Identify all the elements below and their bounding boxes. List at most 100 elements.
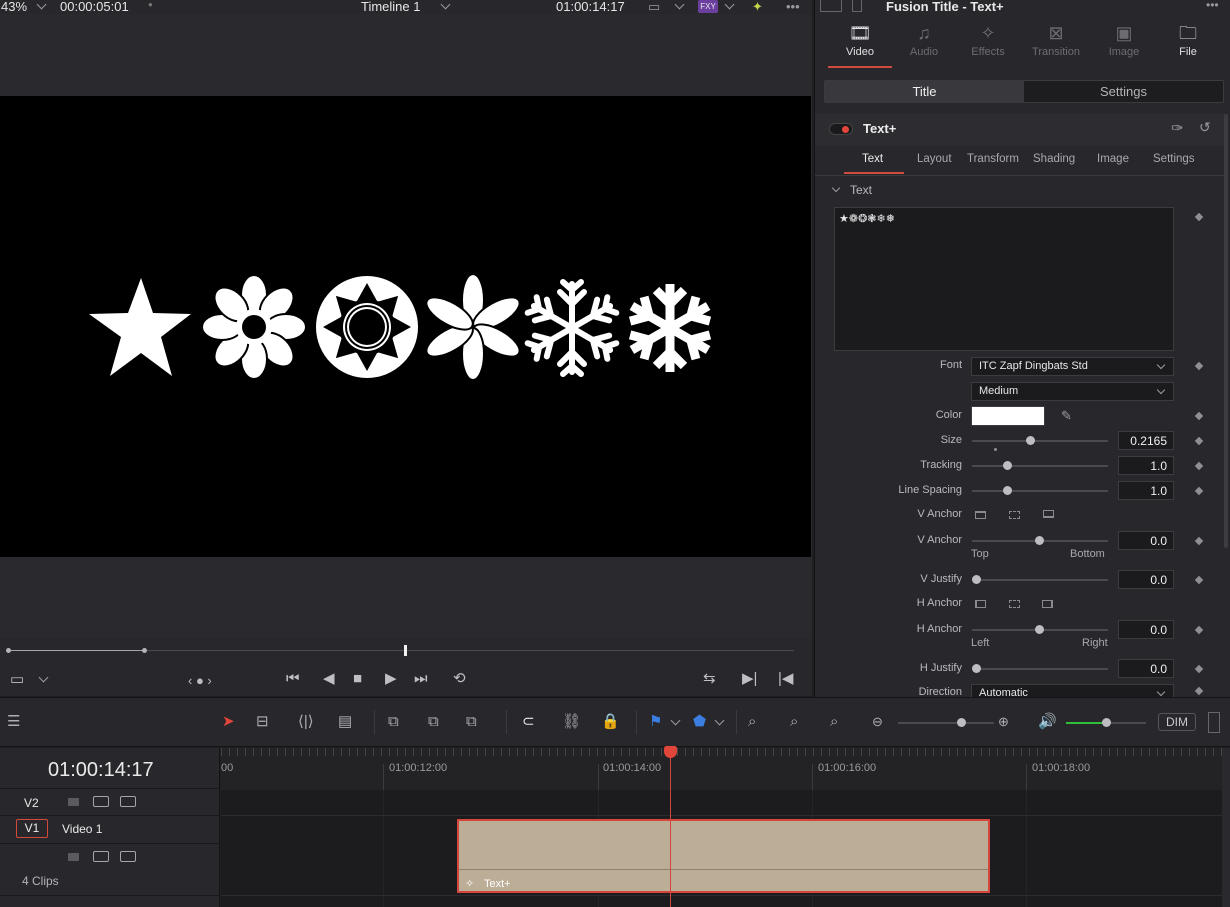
v-anchor-slider-knob[interactable]	[1035, 536, 1044, 545]
track-v2-auto-select-icon[interactable]	[93, 796, 109, 807]
track-v1-auto-select-icon[interactable]	[93, 851, 109, 862]
trim-tool-icon[interactable]: ⊟	[256, 713, 269, 731]
volume-icon[interactable]: 🔊	[1038, 713, 1057, 731]
v-anchor-center-icon[interactable]	[1009, 511, 1020, 519]
zoom-slider[interactable]	[898, 718, 994, 727]
v-anchor-slider[interactable]	[972, 536, 1108, 545]
play-icon[interactable]: ▶	[385, 671, 397, 686]
tab-file[interactable]: 🗀 File	[1156, 22, 1220, 58]
viewer-size-icon[interactable]: ▭	[648, 0, 660, 15]
track-v1-name[interactable]: Video 1	[62, 822, 102, 836]
fx-chevron-icon[interactable]	[724, 0, 735, 10]
volume-slider[interactable]	[1066, 718, 1146, 727]
timeline-view-options-icon[interactable]: ☰	[7, 713, 20, 731]
frame-guide-chevron-icon[interactable]	[38, 672, 49, 683]
dynamic-trim-icon[interactable]: ⟨|⟩	[298, 713, 314, 731]
segment-settings[interactable]: Settings	[1024, 81, 1223, 102]
stop-icon[interactable]: ■	[353, 671, 362, 686]
timeline-scrollbar[interactable]	[1222, 748, 1230, 907]
position-lock-icon[interactable]: 🔒	[601, 713, 620, 731]
scrubber-out-point[interactable]	[142, 648, 147, 653]
tracking-value[interactable]: 1.0	[1118, 456, 1174, 475]
viewer-size-chevron-icon[interactable]	[674, 0, 685, 10]
h-justify-slider[interactable]	[972, 664, 1108, 673]
h-justify-value[interactable]: 0.0	[1118, 659, 1174, 678]
track-v2-lock-icon[interactable]	[68, 798, 79, 806]
subtab-settings[interactable]: Settings	[1153, 153, 1195, 165]
zoom-detail-icon[interactable]: ⌕	[790, 713, 798, 731]
replace-clip-icon[interactable]: ⧉	[466, 713, 477, 731]
scrubber-playhead[interactable]	[404, 645, 407, 656]
go-to-end-icon[interactable]: ⏭	[414, 671, 428, 686]
inspector-more-icon[interactable]: •••	[1206, 0, 1219, 12]
track-v1-lock-icon[interactable]	[68, 853, 79, 861]
effect-toggle[interactable]	[829, 123, 853, 135]
subtab-image[interactable]: Image	[1097, 153, 1129, 165]
next-edit-icon[interactable]: ▶|	[742, 671, 757, 686]
link-icon[interactable]: ⛓	[562, 713, 581, 731]
track-v1-id[interactable]: V1	[16, 819, 48, 838]
size-value[interactable]: 0.2165	[1118, 431, 1174, 450]
tracking-slider[interactable]	[972, 461, 1108, 470]
font-dropdown[interactable]: ITC Zapf Dingbats Std	[971, 357, 1174, 376]
track-v1-enable-icon[interactable]	[120, 851, 136, 862]
panel-layout-icon[interactable]	[820, 0, 842, 12]
size-slider-knob[interactable]	[1026, 436, 1035, 445]
v-justify-slider[interactable]	[972, 575, 1108, 584]
tab-effects[interactable]: ✧ Effects	[956, 22, 1020, 58]
zoom-slider-knob[interactable]	[957, 718, 966, 727]
timeline-chevron-down-icon[interactable]	[440, 0, 451, 10]
timeline-playhead[interactable]	[670, 748, 671, 907]
tab-transition[interactable]: ⊠ Transition	[1024, 22, 1088, 58]
font-style-dropdown[interactable]: Medium	[971, 382, 1174, 401]
eyedropper-icon[interactable]: ✎	[1061, 408, 1072, 424]
snapping-icon[interactable]: ⊂	[522, 713, 535, 731]
line-spacing-value[interactable]: 1.0	[1118, 481, 1174, 500]
zoom-full-icon[interactable]: ⌕	[748, 713, 756, 731]
viewer-scrubber[interactable]	[0, 638, 812, 664]
segment-title[interactable]: Title	[825, 81, 1024, 102]
timeline-clip[interactable]: ✧ Text+	[457, 819, 990, 893]
flag-icon[interactable]: ⚑	[649, 713, 662, 731]
blade-tool-icon[interactable]: ▤	[338, 713, 352, 731]
open-fusion-icon[interactable]: ✑	[1171, 119, 1184, 137]
v-anchor-bottom-icon[interactable]	[1043, 510, 1054, 518]
h-anchor-left-icon[interactable]	[975, 600, 986, 608]
h-anchor-center-icon[interactable]	[1009, 600, 1020, 608]
audio-meter-icon[interactable]	[1208, 712, 1220, 733]
play-reverse-icon[interactable]: ◀	[323, 671, 335, 686]
tab-audio[interactable]: ♫ Audio	[892, 22, 956, 58]
subtab-text[interactable]: Text	[862, 153, 883, 165]
text-content-field[interactable]: ★❁❂❃❄❅	[834, 207, 1174, 351]
track-v2-enable-icon[interactable]	[120, 796, 136, 807]
zoom-level[interactable]: 43%	[1, 0, 27, 14]
v-anchor-top-icon[interactable]	[975, 511, 986, 519]
section-text-header[interactable]: Text	[850, 183, 872, 197]
h-justify-slider-knob[interactable]	[972, 664, 981, 673]
v-justify-value[interactable]: 0.0	[1118, 570, 1174, 589]
inspector-scrollbar[interactable]	[1224, 114, 1228, 548]
subtab-transform[interactable]: Transform	[967, 153, 1019, 165]
match-frame-icon[interactable]: ⇆	[703, 671, 716, 686]
reset-icon[interactable]: ↺	[1199, 119, 1211, 136]
zoom-chevron-down-icon[interactable]	[36, 0, 47, 10]
h-anchor-slider[interactable]	[972, 625, 1108, 634]
subtab-shading[interactable]: Shading	[1033, 153, 1075, 165]
line-spacing-slider-knob[interactable]	[1003, 486, 1012, 495]
fusion-overlay-icon[interactable]: ✦	[752, 0, 763, 15]
tab-video[interactable]: 🎞 Video	[828, 22, 892, 58]
v-justify-slider-knob[interactable]	[972, 575, 981, 584]
insert-clip-icon[interactable]: ⧉	[388, 713, 399, 731]
tab-image[interactable]: ▣ Image	[1092, 22, 1156, 58]
dim-button[interactable]: DIM	[1158, 713, 1196, 731]
jog-control[interactable]: ‹ ● ›	[188, 673, 212, 688]
selection-tool-icon[interactable]: ➤	[222, 713, 235, 731]
volume-slider-knob[interactable]	[1102, 718, 1111, 727]
zoom-custom-icon[interactable]: ⌕	[830, 713, 838, 731]
tracking-slider-knob[interactable]	[1003, 461, 1012, 470]
timeline-name[interactable]: Timeline 1	[361, 0, 420, 14]
line-spacing-slider[interactable]	[972, 486, 1108, 495]
h-anchor-slider-knob[interactable]	[1035, 625, 1044, 634]
scrubber-in-point[interactable]	[6, 648, 11, 653]
zoom-out-icon[interactable]: ⊖	[872, 713, 883, 731]
